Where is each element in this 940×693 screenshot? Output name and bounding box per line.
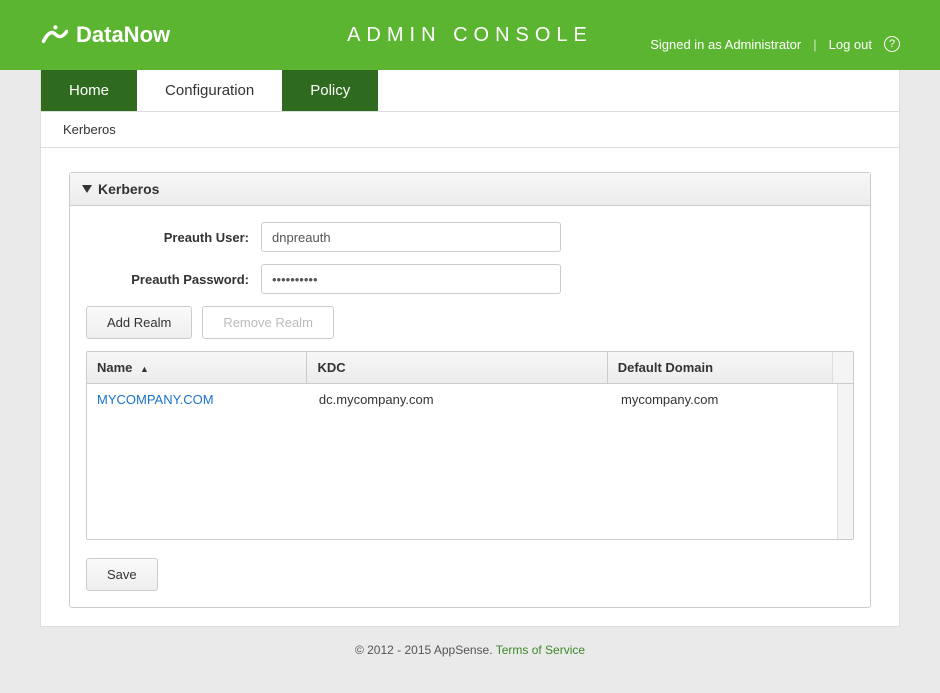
preauth-user-label: Preauth User: — [86, 230, 261, 245]
col-header-domain[interactable]: Default Domain — [608, 352, 832, 383]
tos-link[interactable]: Terms of Service — [496, 643, 585, 657]
realm-name-link[interactable]: MYCOMPANY.COM — [97, 392, 214, 407]
remove-realm-button: Remove Realm — [202, 306, 334, 339]
realms-table: Name ▲ KDC Default Domain MYCOMPANY.COM … — [86, 351, 854, 540]
preauth-user-input[interactable] — [261, 222, 561, 252]
copyright-text: © 2012 - 2015 AppSense. — [355, 643, 496, 657]
nav-tabs: Home Configuration Policy — [41, 70, 899, 112]
realm-domain-cell: mycompany.com — [611, 384, 837, 415]
tab-policy[interactable]: Policy — [282, 70, 378, 111]
app-header: DataNow ADMIN CONSOLE Signed in as Admin… — [0, 0, 940, 70]
brand-name: DataNow — [76, 22, 170, 48]
save-button[interactable]: Save — [86, 558, 158, 591]
collapse-icon — [82, 185, 92, 193]
table-row[interactable]: MYCOMPANY.COM dc.mycompany.com mycompany… — [87, 384, 837, 415]
table-body: MYCOMPANY.COM dc.mycompany.com mycompany… — [87, 384, 853, 539]
main-content: Home Configuration Policy Kerberos Kerbe… — [40, 70, 900, 627]
help-icon[interactable]: ? — [884, 36, 900, 52]
tab-home[interactable]: Home — [41, 70, 137, 111]
add-realm-button[interactable]: Add Realm — [86, 306, 192, 339]
preauth-password-input[interactable] — [261, 264, 561, 294]
panel-title: Kerberos — [98, 181, 159, 197]
breadcrumb: Kerberos — [41, 112, 899, 148]
col-header-kdc[interactable]: KDC — [307, 352, 607, 383]
header-right: Signed in as Administrator | Log out ? — [650, 36, 900, 52]
brand-logo-icon — [40, 24, 68, 46]
signed-in-label: Signed in as Administrator — [650, 37, 801, 52]
header-divider: | — [813, 37, 816, 52]
kerberos-panel: Kerberos Preauth User: Preauth Password:… — [69, 172, 871, 608]
realm-kdc-cell: dc.mycompany.com — [309, 384, 611, 415]
app-title: ADMIN CONSOLE — [347, 24, 593, 47]
tab-configuration[interactable]: Configuration — [137, 70, 282, 111]
sort-asc-icon: ▲ — [140, 364, 149, 374]
scrollbar-gutter — [838, 384, 853, 539]
table-header: Name ▲ KDC Default Domain — [87, 352, 853, 384]
brand-logo-area: DataNow — [40, 22, 170, 48]
col-gutter — [832, 352, 853, 383]
footer: © 2012 - 2015 AppSense. Terms of Service — [0, 627, 940, 673]
panel-header[interactable]: Kerberos — [70, 173, 870, 206]
logout-link[interactable]: Log out — [829, 37, 872, 52]
col-header-name[interactable]: Name ▲ — [87, 352, 307, 383]
preauth-password-label: Preauth Password: — [86, 272, 261, 287]
